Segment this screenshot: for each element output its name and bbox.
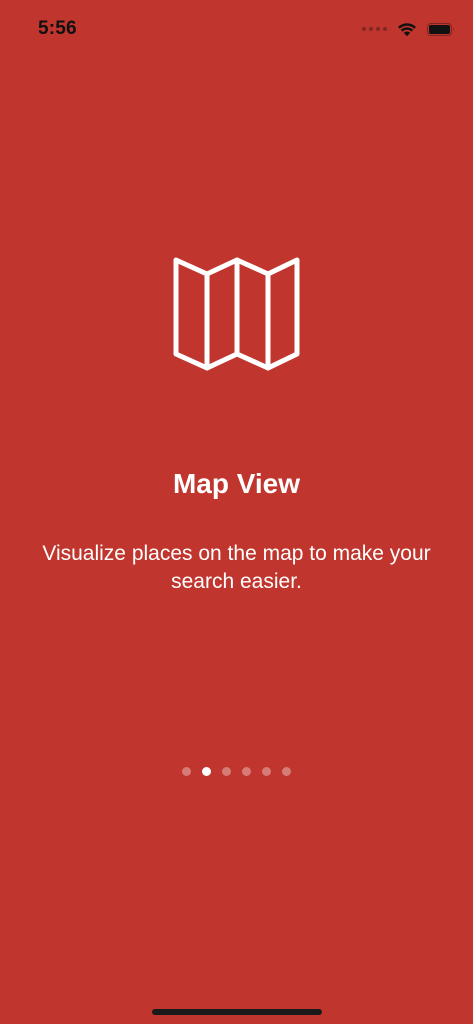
page-indicator[interactable] (0, 767, 473, 776)
page-dot-1[interactable] (182, 767, 191, 776)
status-indicators (362, 19, 455, 39)
page-title: Map View (172, 468, 301, 499)
page-dot-2-active[interactable] (202, 767, 211, 776)
page-dot-5[interactable] (262, 767, 271, 776)
home-indicator[interactable] (152, 1009, 322, 1015)
wifi-icon (398, 22, 416, 36)
page-dot-6[interactable] (282, 767, 291, 776)
page-dot-3[interactable] (222, 767, 231, 776)
status-time: 5:56 (38, 18, 77, 39)
cellular-signal-icon (362, 27, 387, 31)
page-dot-4[interactable] (242, 767, 251, 776)
status-bar: 5:56 (0, 0, 473, 56)
map-icon (173, 257, 300, 371)
battery-icon (427, 22, 454, 36)
page-description: Visualize places on the map to make your… (42, 542, 431, 593)
